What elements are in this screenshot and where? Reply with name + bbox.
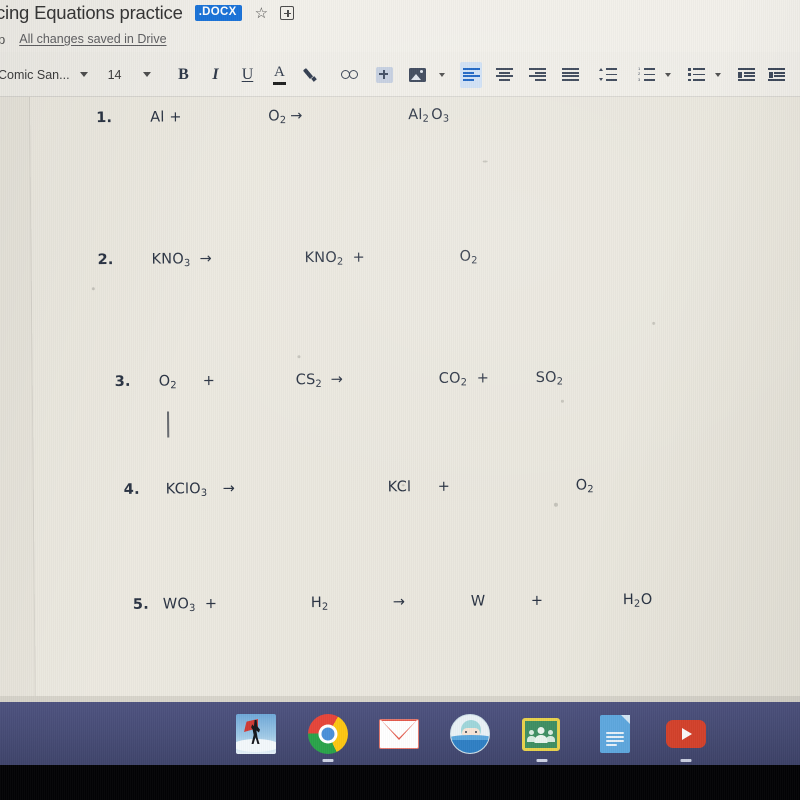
align-left-icon [462, 68, 480, 81]
shelf-item-blue-circle-app[interactable] [450, 714, 490, 754]
comment-plus-icon [375, 66, 393, 83]
equation-token: CS2 [295, 372, 322, 390]
equation-token: O2 [268, 108, 287, 127]
align-left-button[interactable] [460, 61, 483, 88]
font-size-label[interactable]: 14 [108, 68, 122, 82]
equation-token: H2 [310, 595, 329, 613]
page-title[interactable]: cing Equations practice [0, 2, 183, 24]
running-indicator [536, 759, 548, 762]
underline-button[interactable]: U [236, 62, 258, 88]
equation-token: + [437, 478, 451, 495]
chromebook-screen: cing Equations practice .DOCX ☆ p All ch… [0, 0, 800, 800]
equation-token: → [330, 371, 344, 388]
running-indicator [680, 759, 692, 762]
align-justify-button[interactable] [559, 62, 581, 88]
insert-link-button[interactable] [340, 62, 362, 88]
font-family-label[interactable]: Comic San... [0, 68, 70, 82]
equation-number: 4. [123, 481, 140, 498]
document-title-bar: cing Equations practice .DOCX ☆ [0, 0, 800, 26]
equation-token: → [392, 594, 406, 611]
equation-token: Al + [150, 109, 182, 126]
running-indicator [322, 759, 334, 762]
equation-token: O2 [158, 373, 177, 392]
chevron-down-icon[interactable] [143, 72, 152, 77]
bulleted-list-button[interactable] [685, 62, 707, 88]
equation-token: W [470, 593, 486, 610]
equation-token: KClO3 [165, 481, 208, 499]
bold-button[interactable]: B [172, 62, 194, 88]
italic-button[interactable]: I [204, 62, 226, 88]
equation-token: SO2 [535, 369, 564, 388]
equation-token: O2 [459, 248, 478, 267]
decrease-indent-icon [737, 68, 755, 81]
file-type-badge: .DOCX [194, 5, 242, 21]
align-center-button[interactable] [493, 62, 515, 88]
equation-token: Al2 [408, 107, 429, 125]
text-color-swatch [272, 82, 286, 85]
chromeos-shelf [0, 696, 800, 765]
shelf-item-gmail[interactable] [379, 714, 419, 754]
star-icon[interactable]: ☆ [255, 6, 268, 21]
increase-indent-icon [767, 68, 785, 81]
align-right-button[interactable] [526, 62, 548, 88]
equation-number: 5. [132, 596, 149, 613]
line-spacing-button[interactable] [597, 62, 619, 88]
equation-token: + [352, 249, 365, 266]
shelf-item-google-chrome[interactable] [308, 714, 348, 762]
equation-token: KCl [387, 479, 412, 496]
image-icon [408, 67, 426, 82]
move-to-folder-icon[interactable] [280, 6, 295, 20]
chevron-down-icon[interactable] [665, 72, 672, 77]
shelf-item-google-classroom[interactable] [522, 714, 562, 762]
text-color-letter: A [274, 64, 285, 80]
align-justify-icon [561, 68, 579, 81]
equation-token: → [290, 108, 303, 125]
numbered-list-button[interactable]: 1 2 3 [635, 62, 657, 88]
text-color-button[interactable]: A [268, 62, 290, 88]
align-right-icon [528, 68, 546, 81]
document-canvas[interactable]: 1. Al + O2 → Al2 O3 2. KNO3 → KNO2 + O2 3. O2 + CS2 → CO2… [0, 97, 800, 702]
chevron-down-icon[interactable] [715, 72, 722, 77]
save-status-link[interactable]: All changes saved in Drive [19, 32, 166, 46]
menu-bar: p All changes saved in Drive [0, 26, 800, 52]
link-icon [341, 69, 361, 80]
equation-token: KNO2 [304, 249, 344, 268]
equation-token: O2 [575, 477, 594, 496]
equation-token: KNO3 [151, 251, 191, 270]
chevron-down-icon[interactable] [439, 72, 446, 77]
text-cursor [167, 411, 169, 438]
equation-number: 2. [97, 252, 114, 269]
equation-token: O [640, 591, 653, 608]
shelf-item-google-docs[interactable] [595, 714, 635, 754]
equation-token: → [199, 251, 212, 268]
equation-token: → [222, 480, 236, 497]
equation-number: 1. [96, 110, 113, 127]
equation-token: WO3 [162, 596, 196, 615]
numbered-list-icon: 1 2 3 [638, 67, 655, 81]
equation-token: + [204, 596, 218, 613]
increase-indent-button[interactable] [765, 62, 787, 88]
equation-token: + [530, 592, 544, 610]
chevron-down-icon[interactable] [79, 72, 88, 77]
equation-token: H2 [622, 592, 641, 610]
equation-token: + [476, 370, 490, 387]
shelf-item-launcher[interactable] [236, 714, 276, 754]
line-spacing-icon [599, 68, 618, 82]
screen-bezel-bottom [0, 765, 800, 800]
equation-token: CO2 [438, 370, 468, 389]
highlight-pen-icon [304, 67, 319, 82]
bulleted-list-icon [687, 67, 705, 82]
add-comment-button[interactable] [373, 62, 395, 88]
document-page[interactable]: 1. Al + O2 → Al2 O3 2. KNO3 → KNO2 + O2 3. O2 + CS2 → CO2… [29, 97, 800, 702]
shelf-item-youtube[interactable] [666, 714, 706, 762]
decrease-indent-button[interactable] [735, 62, 757, 88]
insert-image-button[interactable] [406, 62, 428, 88]
align-center-icon [495, 68, 513, 81]
equation-token: + [202, 373, 216, 390]
menu-item-help[interactable]: p [0, 32, 5, 47]
equation-token: O3 [431, 106, 450, 125]
highlight-color-button[interactable] [300, 62, 322, 88]
equation-number: 3. [114, 373, 131, 391]
formatting-toolbar: Comic San... 14 B I U A 1 2 3 [0, 52, 800, 97]
